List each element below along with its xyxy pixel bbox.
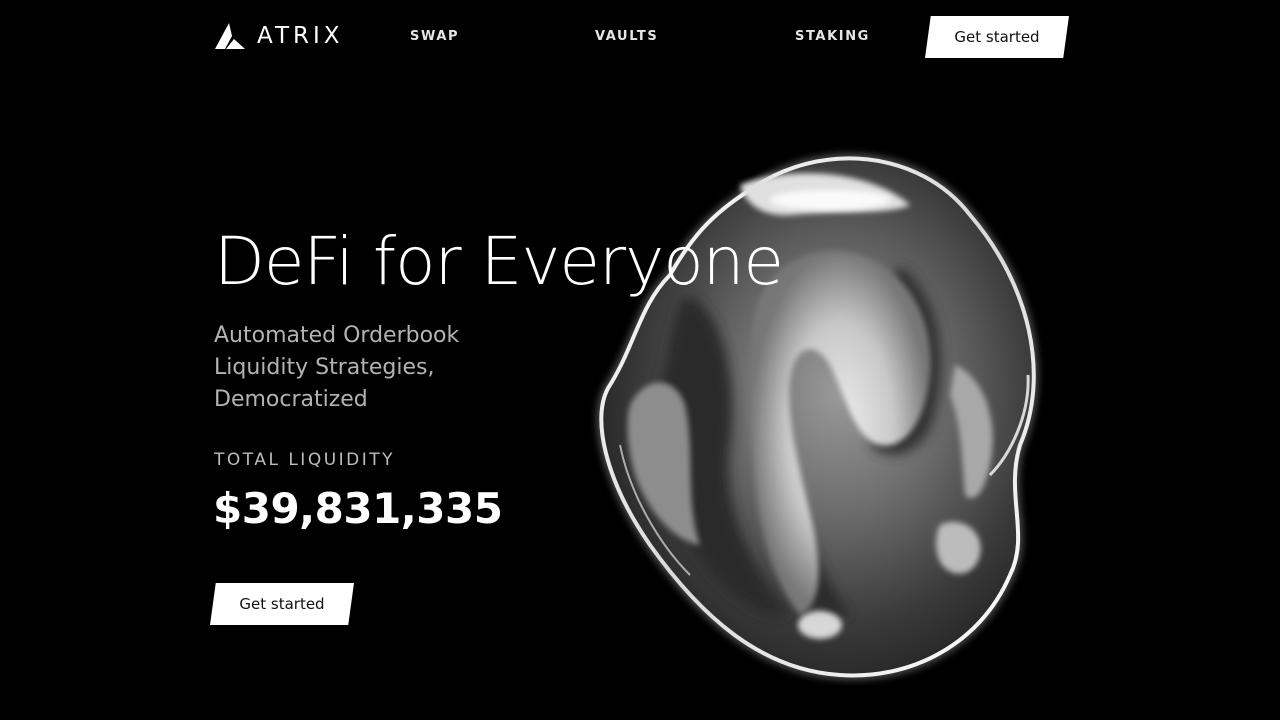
hero-subtitle-line: Democratized bbox=[214, 387, 368, 412]
hero-subtitle-line: Automated Orderbook bbox=[214, 323, 460, 348]
atrix-triangle-logo-icon bbox=[213, 22, 247, 50]
total-liquidity-value: $39,831,335 bbox=[213, 484, 503, 533]
hero-get-started-button[interactable]: Get started bbox=[210, 583, 354, 625]
header-get-started-button[interactable]: Get started bbox=[925, 16, 1069, 58]
nav-item-vaults[interactable]: VAULTS bbox=[595, 29, 658, 44]
hero-title: DeFi for Everyone bbox=[214, 223, 784, 300]
hero-subtitle-line: Liquidity Strategies, bbox=[214, 355, 435, 380]
nav-item-staking[interactable]: STAKING bbox=[795, 29, 870, 44]
landing-page: ATRIX SWAP VAULTS STAKING Get started De… bbox=[0, 0, 1280, 720]
brand-name: ATRIX bbox=[257, 23, 344, 49]
brand-logo[interactable]: ATRIX bbox=[213, 22, 344, 50]
nav-item-swap[interactable]: SWAP bbox=[410, 29, 459, 44]
total-liquidity-label: TOTAL LIQUIDITY bbox=[214, 450, 396, 470]
hero-subtitle: Automated Orderbook Liquidity Strategies… bbox=[214, 320, 534, 416]
